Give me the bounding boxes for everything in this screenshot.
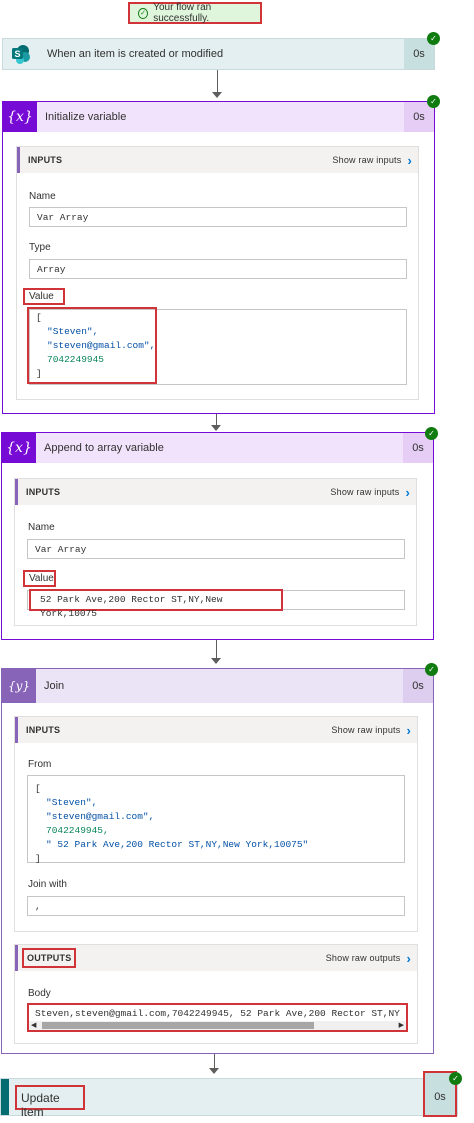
trigger-title: When an item is created or modified xyxy=(47,48,224,60)
trigger-success-icon: ✓ xyxy=(427,32,440,45)
data-operation-icon: {y} xyxy=(2,669,36,703)
type-value: Array xyxy=(29,259,407,279)
scroll-right-icon[interactable]: ▶ xyxy=(399,1021,404,1030)
show-raw-inputs-link[interactable]: Show raw inputs › xyxy=(331,723,411,738)
append-success-icon: ✓ xyxy=(425,427,438,440)
outputs-label: OUTPUTS xyxy=(22,948,77,968)
variable-icon: {x} xyxy=(3,102,37,132)
arrow-down-icon xyxy=(212,92,222,98)
append-title: Append to array variable xyxy=(44,442,164,454)
name-value: Var Array xyxy=(29,207,407,227)
scroll-left-icon[interactable]: ◀ xyxy=(31,1021,36,1030)
name-value: Var Array xyxy=(27,539,405,559)
name-label: Name xyxy=(29,191,56,202)
chevron-right-icon: › xyxy=(406,722,411,738)
chevron-right-icon: › xyxy=(406,950,411,966)
update-success-icon: ✓ xyxy=(449,1072,462,1085)
chevron-right-icon: › xyxy=(407,152,412,168)
inputs-label: INPUTS xyxy=(26,725,61,735)
value-label: Value xyxy=(23,288,65,305)
banner-text: Your flow ran successfully. xyxy=(153,2,212,24)
trigger-card[interactable]: S When an item is created or modified 0s xyxy=(2,38,435,70)
show-raw-inputs-link[interactable]: Show raw inputs › xyxy=(330,485,410,500)
arrow-down-icon xyxy=(209,1068,219,1074)
type-label: Type xyxy=(29,242,51,253)
update-item-duration: 0s xyxy=(434,1091,446,1103)
init-var-title: Initialize variable xyxy=(45,111,127,123)
from-label: From xyxy=(28,759,52,770)
value-json: [ "Steven", "steven@gmail.com", 70422499… xyxy=(27,307,157,384)
join-with-value: , xyxy=(27,896,405,916)
append-value: 52 Park Ave,200 Rector ST,NY,New York,10… xyxy=(29,589,283,619)
body-label: Body xyxy=(28,988,51,999)
inputs-label: INPUTS xyxy=(26,487,61,497)
update-item-card[interactable]: Update item 0s xyxy=(0,1071,458,1119)
name-label: Name xyxy=(28,522,55,533)
join-with-label: Join with xyxy=(28,879,67,890)
update-item-title: Update item xyxy=(15,1085,85,1119)
svg-text:S: S xyxy=(14,49,20,59)
chevron-right-icon: › xyxy=(405,484,410,500)
join-success-icon: ✓ xyxy=(425,663,438,676)
sharepoint-icon: S xyxy=(3,39,39,69)
checkmark-icon: ✓ xyxy=(138,7,149,19)
inputs-label: INPUTS xyxy=(28,155,63,165)
from-value: [ "Steven", "steven@gmail.com", 70422499… xyxy=(27,775,405,864)
show-raw-outputs-link[interactable]: Show raw outputs › xyxy=(326,951,411,966)
variable-icon: {x} xyxy=(2,433,36,463)
init-var-success-icon: ✓ xyxy=(427,95,440,108)
arrow-down-icon xyxy=(211,425,221,431)
value-label: Value xyxy=(23,570,56,587)
horizontal-scrollbar[interactable]: ◀ ▶ xyxy=(29,1021,406,1030)
show-raw-inputs-link[interactable]: Show raw inputs › xyxy=(332,153,412,168)
body-value-box: Steven,steven@gmail.com,7042249945, 52 P… xyxy=(27,1003,408,1032)
scrollbar-thumb[interactable] xyxy=(42,1022,314,1029)
sharepoint-icon xyxy=(1,1079,9,1115)
success-banner: ✓ Your flow ran successfully. xyxy=(128,2,262,24)
arrow-down-icon xyxy=(211,658,221,664)
join-title: Join xyxy=(44,680,65,692)
body-value: Steven,steven@gmail.com,7042249945, 52 P… xyxy=(35,1008,401,1019)
